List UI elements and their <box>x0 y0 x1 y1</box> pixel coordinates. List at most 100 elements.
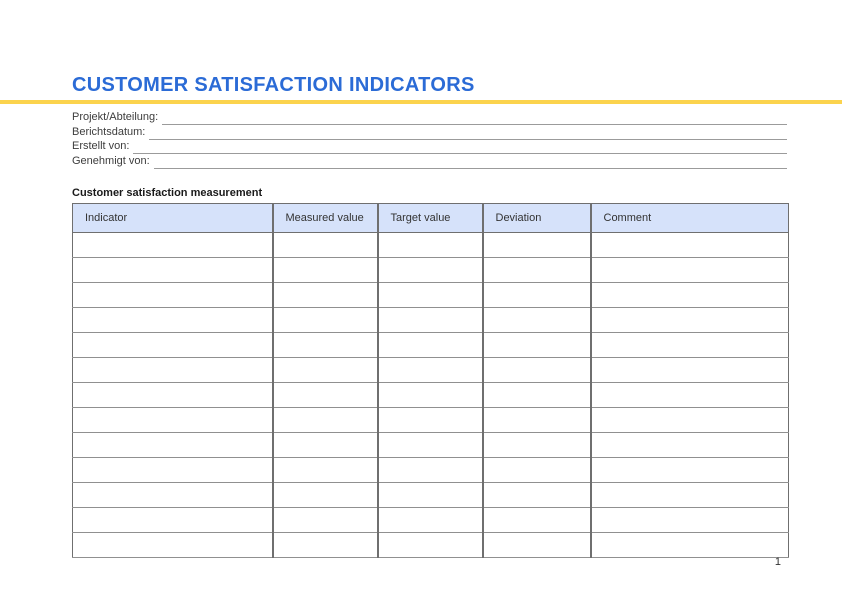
table-row <box>73 458 789 483</box>
table-cell <box>378 508 483 533</box>
table-cell <box>483 233 591 258</box>
table-row <box>73 283 789 308</box>
measurement-table-container: Indicator Measured value Target value De… <box>72 203 788 558</box>
table-cell <box>73 258 273 283</box>
table-cell <box>483 483 591 508</box>
table-cell <box>73 433 273 458</box>
table-cell <box>273 358 378 383</box>
column-header-target-value: Target value <box>378 204 483 233</box>
table-cell <box>483 533 591 558</box>
table-row <box>73 358 789 383</box>
table-cell <box>273 483 378 508</box>
table-row <box>73 333 789 358</box>
column-header-indicator: Indicator <box>73 204 273 233</box>
table-cell <box>378 233 483 258</box>
table-cell <box>591 358 789 383</box>
page-number: 1 <box>72 556 788 568</box>
measurement-table: Indicator Measured value Target value De… <box>72 203 789 558</box>
field-underline <box>154 155 787 169</box>
table-cell <box>273 408 378 433</box>
table-cell <box>73 383 273 408</box>
field-genehmigt-von: Genehmigt von: <box>72 155 787 170</box>
table-cell <box>73 308 273 333</box>
table-cell <box>483 508 591 533</box>
table-cell <box>591 383 789 408</box>
table-cell <box>273 383 378 408</box>
page-title: CUSTOMER SATISFACTION INDICATORS <box>72 74 475 97</box>
table-row <box>73 233 789 258</box>
table-row <box>73 433 789 458</box>
table-cell <box>273 533 378 558</box>
table-cell <box>591 508 789 533</box>
field-projekt-abteilung: Projekt/Abteilung: <box>72 111 787 126</box>
table-cell <box>73 233 273 258</box>
table-body <box>73 233 789 558</box>
table-cell <box>73 358 273 383</box>
table-row <box>73 258 789 283</box>
table-cell <box>273 258 378 283</box>
table-cell <box>378 358 483 383</box>
section-title: Customer satisfaction measurement <box>72 187 262 199</box>
table-cell <box>591 333 789 358</box>
table-cell <box>378 308 483 333</box>
table-cell <box>378 533 483 558</box>
table-cell <box>273 433 378 458</box>
table-cell <box>483 433 591 458</box>
field-label: Projekt/Abteilung: <box>72 111 162 126</box>
field-underline <box>133 140 787 154</box>
column-header-deviation: Deviation <box>483 204 591 233</box>
table-cell <box>591 408 789 433</box>
table-cell <box>591 308 789 333</box>
table-cell <box>73 283 273 308</box>
table-row <box>73 483 789 508</box>
table-cell <box>73 458 273 483</box>
table-cell <box>273 508 378 533</box>
table-cell <box>483 258 591 283</box>
table-cell <box>591 258 789 283</box>
table-cell <box>73 333 273 358</box>
table-cell <box>591 283 789 308</box>
table-cell <box>378 283 483 308</box>
table-cell <box>483 358 591 383</box>
table-row <box>73 308 789 333</box>
table-cell <box>483 383 591 408</box>
table-header-row: Indicator Measured value Target value De… <box>73 204 789 233</box>
table-cell <box>483 283 591 308</box>
document-header-fields: Projekt/Abteilung: Berichtsdatum: Erstel… <box>72 111 787 169</box>
table-cell <box>378 408 483 433</box>
table-cell <box>273 458 378 483</box>
table-cell <box>483 458 591 483</box>
table-cell <box>73 508 273 533</box>
field-label: Berichtsdatum: <box>72 126 149 141</box>
table-cell <box>73 408 273 433</box>
field-underline <box>149 126 787 140</box>
table-cell <box>73 483 273 508</box>
table-row <box>73 383 789 408</box>
table-cell <box>378 458 483 483</box>
accent-divider-rule <box>0 100 842 104</box>
table-row <box>73 408 789 433</box>
field-erstellt-von: Erstellt von: <box>72 140 787 155</box>
table-cell <box>591 433 789 458</box>
table-cell <box>378 433 483 458</box>
field-underline <box>162 111 787 125</box>
table-cell <box>483 308 591 333</box>
table-cell <box>591 483 789 508</box>
table-cell <box>591 233 789 258</box>
column-header-comment: Comment <box>591 204 789 233</box>
column-header-measured-value: Measured value <box>273 204 378 233</box>
table-cell <box>591 458 789 483</box>
table-cell <box>483 333 591 358</box>
field-berichtsdatum: Berichtsdatum: <box>72 126 787 141</box>
table-cell <box>73 533 273 558</box>
table-cell <box>378 483 483 508</box>
table-cell <box>273 308 378 333</box>
table-row <box>73 533 789 558</box>
table-cell <box>591 533 789 558</box>
table-cell <box>273 333 378 358</box>
table-cell <box>273 233 378 258</box>
field-label: Erstellt von: <box>72 140 133 155</box>
table-cell <box>483 408 591 433</box>
table-cell <box>273 283 378 308</box>
table-cell <box>378 258 483 283</box>
